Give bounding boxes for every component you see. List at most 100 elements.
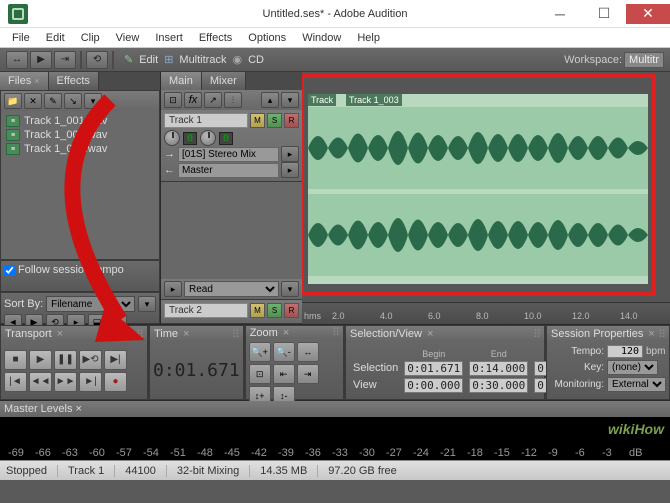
eq-button[interactable]: ⫶ (224, 92, 242, 108)
pause-button[interactable]: ❚❚ (54, 350, 77, 370)
mode-edit[interactable]: Edit (139, 54, 158, 66)
sort-dropdown[interactable]: Filename (46, 296, 135, 312)
status-state: Stopped (6, 465, 58, 477)
sel-end[interactable]: 0:14.000 (469, 361, 528, 376)
play-to-end-button[interactable]: ▶| (104, 350, 127, 370)
forward-button[interactable]: ►► (54, 372, 77, 392)
close-button[interactable]: ✕ (626, 4, 670, 24)
stop-button[interactable]: ■ (4, 350, 27, 370)
close-file-button[interactable]: ✕ (24, 93, 42, 109)
automation-mode-dropdown[interactable]: Read (184, 281, 279, 297)
volume-knob[interactable] (164, 130, 180, 146)
sort-label: Sort By: (4, 298, 43, 310)
record-arm-button[interactable]: R (284, 303, 299, 318)
rewind-button[interactable]: ◄◄ (29, 372, 52, 392)
app-icon (8, 4, 28, 24)
pan-knob[interactable] (200, 130, 216, 146)
record-button[interactable]: ● (104, 372, 127, 392)
tool-move-button[interactable]: ↔ (6, 51, 28, 69)
go-start-button[interactable]: |◄ (4, 372, 27, 392)
follow-tempo-checkbox[interactable]: Follow session tempo (4, 264, 156, 276)
insert-button[interactable]: ↘ (64, 93, 82, 109)
session-properties-panel: Session Properties×⠿ Tempo:120bpm Key:(n… (546, 325, 670, 400)
input-icon: → (164, 148, 176, 160)
automation-button[interactable]: ▸ (164, 281, 182, 297)
level-meter[interactable]: -69-66-63-60-57-54-51-48-45-42-39-36-33-… (0, 417, 670, 460)
sel-begin[interactable]: 0:01.671 (404, 361, 463, 376)
go-end-button[interactable]: ►| (79, 372, 102, 392)
solo-button[interactable]: S (267, 113, 282, 128)
sort-dir-button[interactable]: ▾ (138, 296, 156, 312)
mute-button[interactable]: M (250, 303, 265, 318)
list-item[interactable]: ≡Track 1_003.wav (4, 142, 156, 156)
list-item[interactable]: ≡Track 1_001.wav (4, 114, 156, 128)
tool-hybrid-button[interactable]: ▶ (30, 51, 52, 69)
view-end[interactable]: 0:30.000 (469, 378, 528, 393)
zoom-sel-button[interactable]: ⊡ (249, 364, 271, 384)
play-looped-button[interactable]: ▶⟲ (79, 350, 102, 370)
minimize-button[interactable]: ─ (538, 4, 582, 24)
zoom-out-h-button[interactable]: 🔍- (273, 342, 295, 362)
mode-cd[interactable]: CD (248, 54, 264, 66)
menu-insert[interactable]: Insert (149, 30, 189, 46)
track-1-name[interactable]: Track 1 (164, 113, 248, 128)
menu-window[interactable]: Window (296, 30, 347, 46)
fx-button[interactable]: ⊡ (164, 92, 182, 108)
timeline-area[interactable]: Track Track 1_003 hms 2.0 4.0 6.0 8.0 10… (302, 72, 670, 324)
view-begin[interactable]: 0:00.000 (404, 378, 463, 393)
record-arm-button[interactable]: R (284, 113, 299, 128)
zoom-in-h-button[interactable]: 🔍+ (249, 342, 271, 362)
collapse-button[interactable]: ▴ (261, 92, 279, 108)
expand-button[interactable]: ▾ (281, 92, 299, 108)
tab-files[interactable]: Files× (0, 72, 49, 90)
main-toolbar: ↔ ▶ ⇥ ⟲ ✎Edit ⊞Multitrack ◉CD Workspace:… (0, 48, 670, 72)
play-button[interactable]: ▶ (29, 350, 52, 370)
menu-options[interactable]: Options (242, 30, 292, 46)
import-button[interactable]: 📁 (4, 93, 22, 109)
output-icon: ← (164, 164, 176, 176)
list-item[interactable]: ≡Track 1_002.wav (4, 128, 156, 142)
workspace-dropdown[interactable]: Multitr (624, 52, 664, 68)
menu-edit[interactable]: Edit (40, 30, 71, 46)
send-button[interactable]: ↗ (204, 92, 222, 108)
mute-button[interactable]: M (250, 113, 265, 128)
solo-button[interactable]: S (267, 303, 282, 318)
menu-file[interactable]: File (6, 30, 36, 46)
monitoring-dropdown[interactable]: External (607, 377, 666, 392)
mode-multitrack[interactable]: Multitrack (179, 54, 226, 66)
track-toolbar: ⊡ fx ↗ ⫶ ▴ ▾ (161, 90, 302, 110)
options-button[interactable]: ▾ (84, 93, 102, 109)
tool-scrub-button[interactable]: ⟲ (86, 51, 108, 69)
menu-help[interactable]: Help (351, 30, 386, 46)
volume-readout[interactable]: 0 (183, 132, 197, 145)
zoom-full-button[interactable]: ↔ (297, 342, 319, 362)
output-menu-button[interactable]: ▸ (281, 162, 299, 178)
menu-clip[interactable]: Clip (75, 30, 106, 46)
key-dropdown[interactable]: (none) (607, 360, 658, 375)
tab-effects[interactable]: Effects (49, 72, 99, 90)
track-output[interactable]: Master (178, 163, 279, 178)
tab-main[interactable]: Main (161, 72, 202, 90)
automation-menu-button[interactable]: ▾ (281, 281, 299, 297)
file-list[interactable]: ≡Track 1_001.wav ≡Track 1_002.wav ≡Track… (1, 111, 159, 259)
tool-time-button[interactable]: ⇥ (54, 51, 76, 69)
menu-view[interactable]: View (110, 30, 146, 46)
left-tabs: Files× Effects (0, 72, 160, 90)
track-input[interactable]: [01S] Stereo Mix (178, 147, 279, 162)
menu-effects[interactable]: Effects (193, 30, 238, 46)
tab-mixer[interactable]: Mixer (202, 72, 246, 90)
pan-readout[interactable]: 0 (219, 132, 233, 145)
edit-file-button[interactable]: ✎ (44, 93, 62, 109)
time-ruler[interactable]: hms 2.0 4.0 6.0 8.0 10.0 12.0 14.0 (302, 302, 670, 324)
fx-label[interactable]: fx (184, 92, 202, 108)
maximize-button[interactable]: ☐ (582, 4, 626, 24)
zoom-in-left-button[interactable]: ⇤ (273, 364, 295, 384)
timecode-display[interactable]: 0:01.671 (153, 360, 240, 381)
transport-panel: Transport×⠿ ■ ▶ ❚❚ ▶⟲ ▶| |◄ ◄◄ ►► ►| ● (0, 325, 148, 400)
zoom-in-right-button[interactable]: ⇥ (297, 364, 319, 384)
audio-file-icon: ≡ (6, 143, 20, 155)
input-menu-button[interactable]: ▸ (281, 146, 299, 162)
track-2-name[interactable]: Track 2 (164, 303, 248, 318)
tempo-field[interactable]: 120 (607, 345, 643, 358)
status-size: 14.35 MB (260, 465, 318, 477)
